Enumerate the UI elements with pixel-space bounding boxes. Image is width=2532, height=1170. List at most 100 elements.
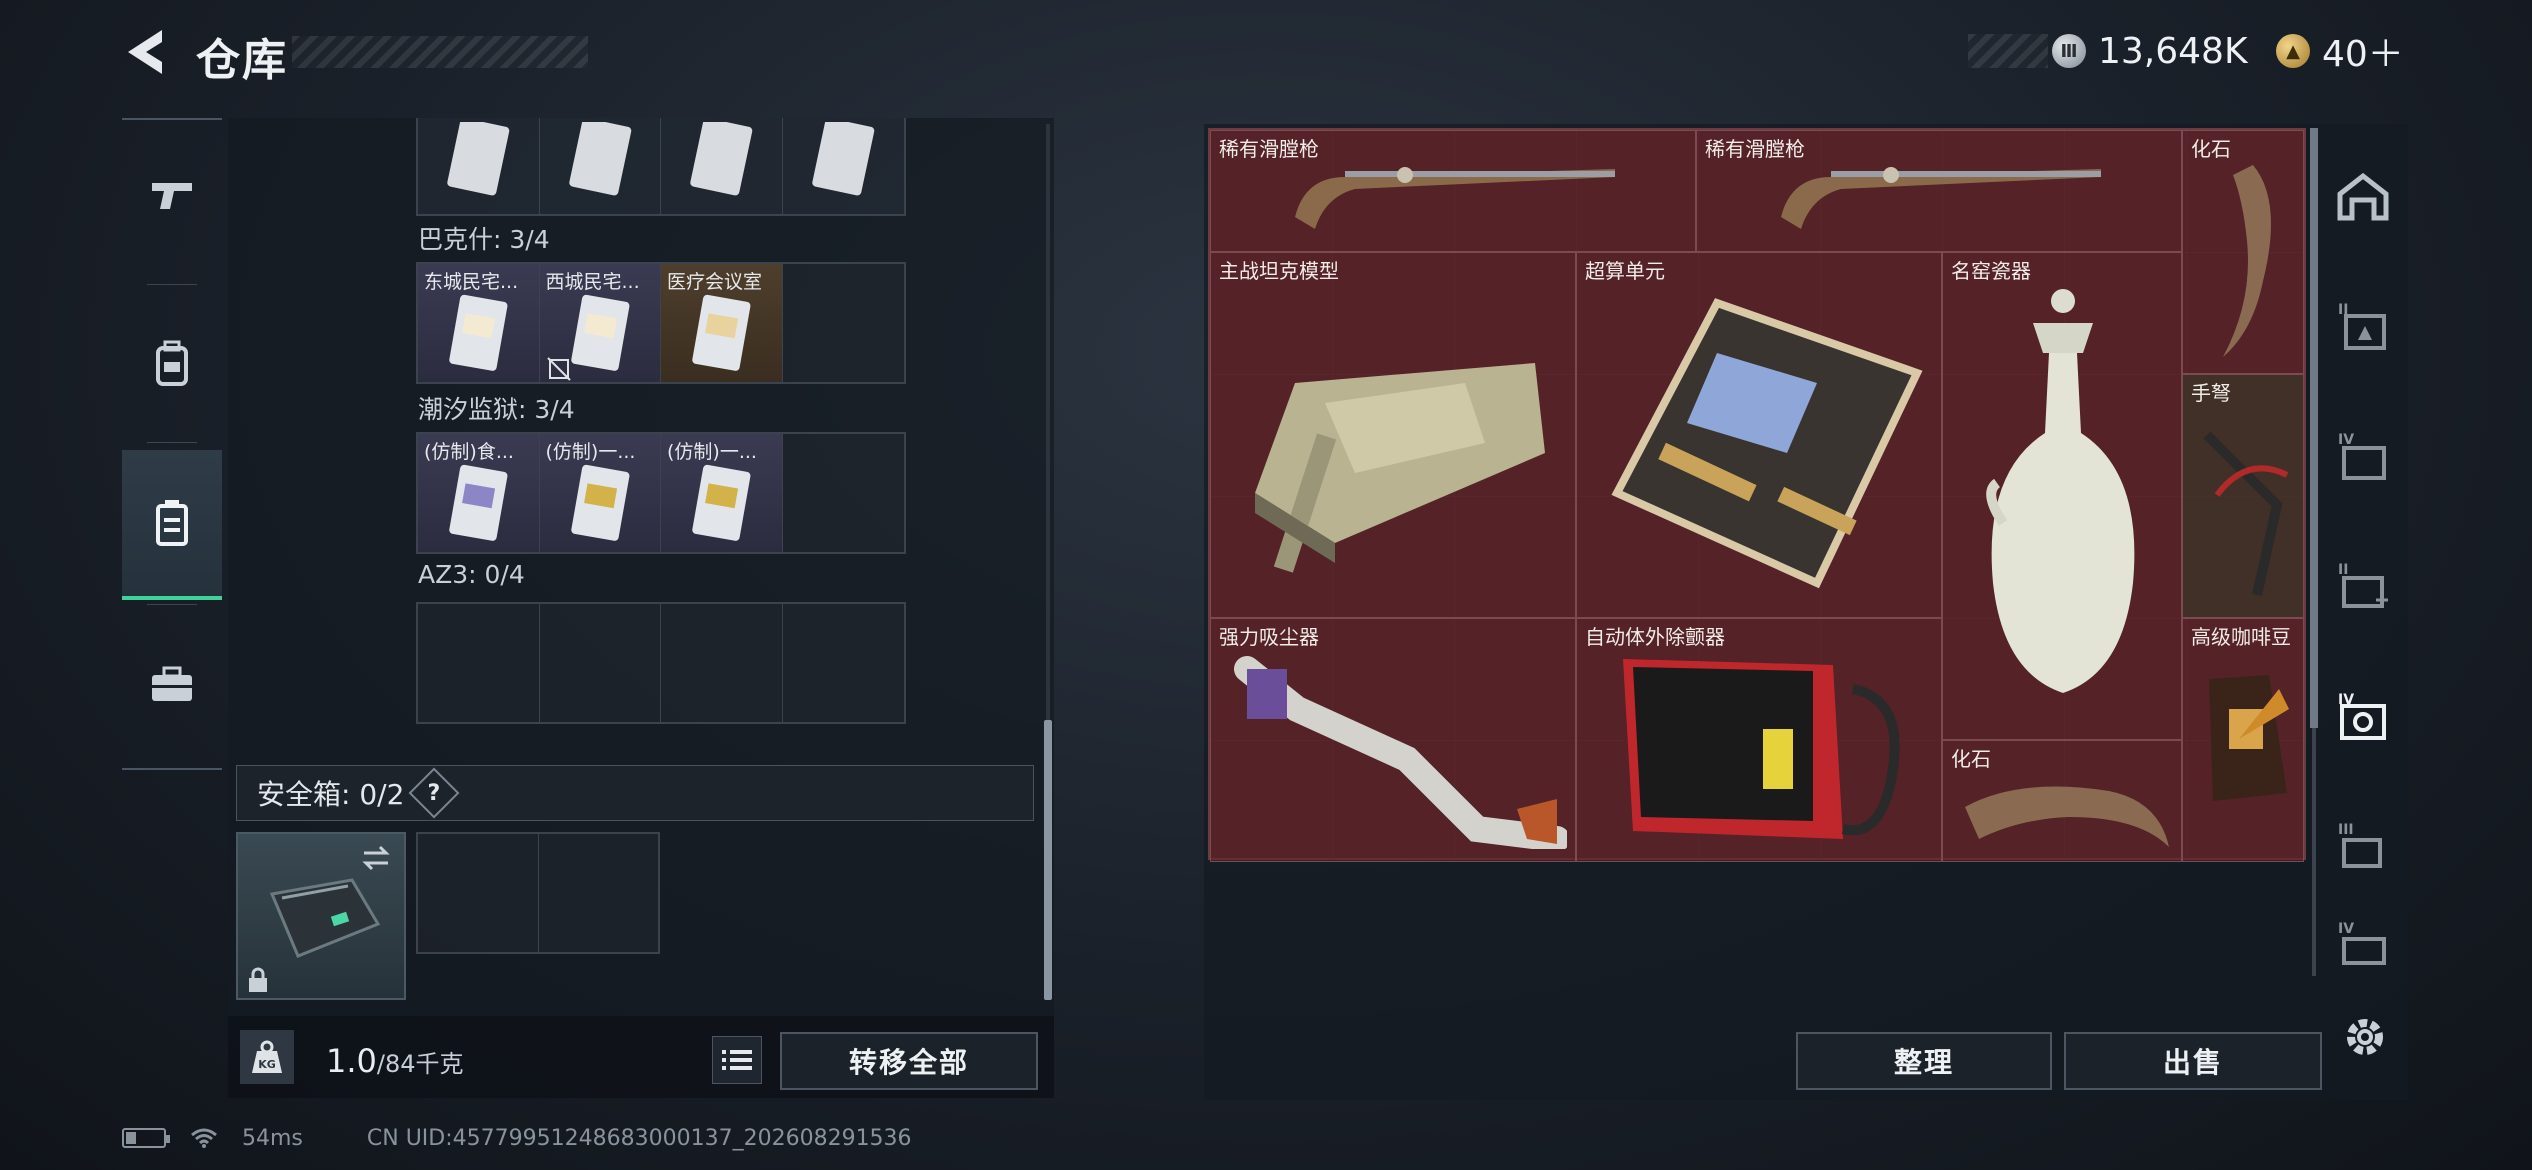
defibrillator-icon <box>1623 659 1900 839</box>
item-label: 强力吸尘器 <box>1219 625 1319 649</box>
fossil-horn-icon <box>1965 786 2169 847</box>
weight-capacity: /84千克 <box>376 1050 464 1078</box>
svg-text:II: II <box>2338 562 2348 578</box>
safe-box-item[interactable] <box>236 832 406 1000</box>
stash-item-porcelain[interactable]: 名窑瓷器 <box>1942 252 2182 740</box>
vacuum-cleaner-icon <box>1234 656 1567 849</box>
keycard-slot[interactable]: (仿制)一... <box>661 434 783 552</box>
group-label-bakshi: 巴克什: 3/4 <box>418 225 550 254</box>
rail-item-equipment[interactable] <box>122 288 222 438</box>
stash-category-rail: II IV II IV III IV <box>2318 128 2408 976</box>
keycard-icon <box>690 122 753 196</box>
empty-slot[interactable] <box>418 604 540 722</box>
currency-ticket[interactable]: ▲ 40＋ <box>2276 28 2404 75</box>
help-icon: ? <box>428 780 441 806</box>
house-icon <box>2337 172 2389 221</box>
stash-item-musket[interactable]: 稀有滑膛枪 <box>1696 130 2182 252</box>
back-arrow-icon <box>128 30 162 74</box>
keycard-icon <box>449 294 508 371</box>
empty-slot[interactable] <box>539 604 661 722</box>
stash-item-vacuum[interactable]: 强力吸尘器 <box>1210 618 1576 862</box>
back-button[interactable] <box>118 22 174 82</box>
list-view-button[interactable] <box>712 1036 762 1084</box>
pistol-icon <box>152 183 192 209</box>
currency-money-value: 13,648K <box>2098 30 2248 72</box>
tier-ii-case-icon: II <box>2338 302 2386 350</box>
rail-item-tier3-tool[interactable]: III <box>2326 810 2400 884</box>
item-label: 高级咖啡豆 <box>2191 625 2291 649</box>
keycard-icon <box>447 122 510 196</box>
keycard-slot[interactable]: 西城民宅... <box>539 264 661 382</box>
keycard-slot[interactable] <box>539 118 661 214</box>
rail-item-all[interactable] <box>2326 160 2400 234</box>
gear-icon <box>2347 1019 2383 1055</box>
rail-item-tier2[interactable]: II <box>2326 290 2400 364</box>
safe-box-slots <box>416 832 660 954</box>
item-label: 超算单元 <box>1585 259 1665 283</box>
keycard-slot[interactable]: (仿制)一... <box>539 434 661 552</box>
slot-label: (仿制)一... <box>667 441 757 463</box>
weight-value: 1.0 <box>326 1042 377 1080</box>
battery-icon <box>122 1128 170 1148</box>
keycard-icon <box>692 464 751 541</box>
transfer-all-button[interactable]: 转移全部 <box>780 1032 1038 1090</box>
item-label: 手弩 <box>2191 381 2231 405</box>
keycard-slot[interactable]: 东城民宅... <box>418 264 540 382</box>
weight-readout: 1.0/84千克 <box>326 1042 464 1080</box>
keycard-slot[interactable]: (仿制)食... <box>418 434 540 552</box>
keycard-icon <box>568 122 631 196</box>
svg-text:IV: IV <box>2338 921 2354 937</box>
backpack-scroll-thumb[interactable] <box>1044 720 1052 1000</box>
stash-item-tank-model[interactable]: 主战坦克模型 <box>1210 252 1576 618</box>
rail-item-tier4-folder[interactable]: IV <box>2326 420 2400 494</box>
tier-iv-photo-icon: IV <box>2338 692 2386 740</box>
group-label-az3: AZ3: 0/4 <box>418 560 525 589</box>
stash-item-supercomputer-unit[interactable]: 超算单元 <box>1576 252 1942 618</box>
rail-item-tier4-vehicle[interactable]: IV <box>2326 918 2400 974</box>
empty-slot[interactable] <box>782 604 904 722</box>
slot-label: 医疗会议室 <box>667 271 763 293</box>
container-icon <box>156 500 188 546</box>
safe-box-label: 安全箱: 0/2 <box>257 778 405 811</box>
svg-text:KG: KG <box>258 1058 276 1071</box>
rail-item-container[interactable] <box>122 450 222 600</box>
empty-slot[interactable] <box>418 834 539 952</box>
lock-icon <box>249 967 267 992</box>
stash-item-musket[interactable]: 稀有滑膛枪 <box>1210 130 1696 252</box>
stash-item-coffee-beans[interactable]: 高级咖啡豆 <box>2182 618 2304 862</box>
fossil-claw-icon <box>2223 165 2271 357</box>
stash-item-aed[interactable]: 自动体外除颤器 <box>1576 618 1942 862</box>
rail-item-tier4-photo[interactable]: IV <box>2326 680 2400 754</box>
swap-icon[interactable] <box>360 844 392 872</box>
empty-slot[interactable] <box>538 834 658 952</box>
sort-button[interactable]: 整理 <box>1796 1032 2052 1090</box>
slot-label: 西城民宅... <box>545 271 640 293</box>
empty-slot[interactable] <box>782 434 904 552</box>
keycard-slot[interactable] <box>661 118 783 214</box>
group-label-tide-prison: 潮汐监狱: 3/4 <box>418 395 575 424</box>
settings-button[interactable] <box>2338 1010 2392 1064</box>
rail-item-cases[interactable] <box>122 610 222 760</box>
stash-item-crossbow[interactable]: 手弩 <box>2182 374 2304 618</box>
rail-item-weapons[interactable] <box>122 120 222 270</box>
svg-text:III: III <box>2338 822 2354 838</box>
empty-slot[interactable] <box>661 604 783 722</box>
rail-item-tier2-medkit[interactable]: II <box>2326 550 2400 624</box>
empty-slot[interactable] <box>782 264 904 382</box>
no-signal-icon <box>546 357 571 381</box>
stash-rail-scroll-thumb[interactable] <box>2310 128 2318 728</box>
keycard-grid-tide-prison: (仿制)食... (仿制)一... (仿制)一... <box>416 432 906 554</box>
tank-model-icon <box>1255 363 1545 573</box>
item-label: 主战坦克模型 <box>1219 259 1339 283</box>
keycard-slot[interactable] <box>782 118 904 214</box>
safe-help-button[interactable]: ? <box>408 767 460 819</box>
keycard-slot[interactable]: 医疗会议室 <box>661 264 783 382</box>
stash-item-fossil[interactable]: 化石 <box>1942 740 2182 862</box>
backpack-icon <box>156 340 188 386</box>
stash-item-fossil[interactable]: 化石 <box>2182 130 2304 374</box>
sell-button[interactable]: 出售 <box>2064 1032 2322 1090</box>
tier-iii-tool-icon: III <box>2338 822 2382 868</box>
keycard-slot[interactable] <box>418 118 540 214</box>
slot-label: 东城民宅... <box>424 271 519 293</box>
player-uid: CN UID:457799512486830001​37_20260829153… <box>366 1125 912 1151</box>
